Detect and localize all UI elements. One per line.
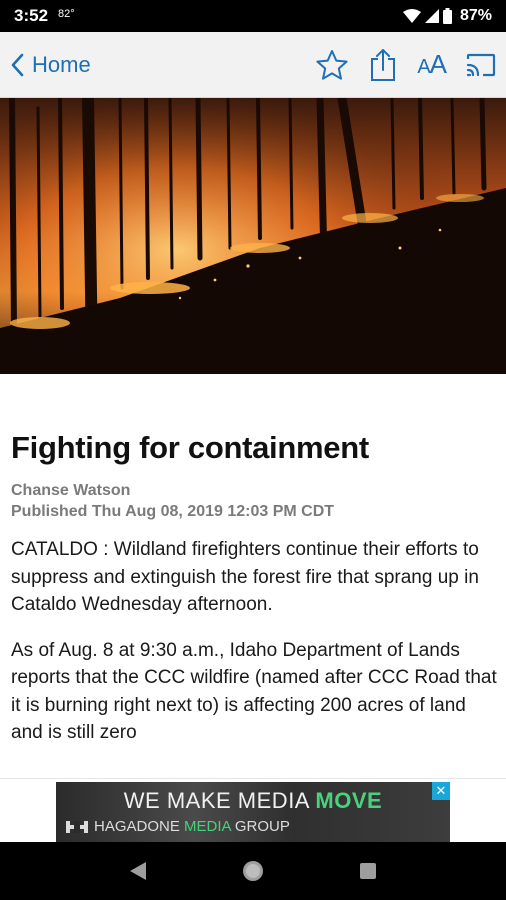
article-paragraph: CATALDO : Wildland firefighters continue…	[11, 539, 479, 615]
ad-brand-accent: MEDIA	[184, 818, 231, 835]
share-icon	[371, 48, 396, 81]
nav-recents-button[interactable]	[348, 851, 388, 891]
circle-home-icon	[242, 861, 263, 881]
nav-back-button[interactable]	[118, 851, 158, 891]
article-published-date: Published Thu Aug 08, 2019 12:03 PM CDT	[11, 503, 335, 520]
article-body: CATALDO : Wildland firefighters continue…	[11, 536, 497, 747]
article-headline: Fighting for containment	[11, 430, 369, 465]
wildfire-photo-icon	[0, 98, 506, 374]
article-paragraph: As of Aug. 8 at 9:30 a.m., Idaho Departm…	[11, 639, 497, 744]
star-icon	[316, 49, 348, 80]
article-author[interactable]: Chanse Watson	[11, 480, 497, 501]
cast-icon	[466, 53, 496, 76]
ad-brand: HAGADONE MEDIA GROUP	[66, 818, 290, 835]
article-byline: Chanse Watson Published Thu Aug 08, 2019…	[11, 480, 497, 522]
ad-brand-suffix: GROUP	[230, 818, 290, 835]
status-temperature: 82°	[58, 8, 75, 20]
ad-strip: WE MAKE MEDIA MOVE HAGADONE MEDIA GROUP …	[0, 778, 506, 842]
ad-headline-accent: MOVE	[315, 788, 383, 813]
ad-banner[interactable]: WE MAKE MEDIA MOVE HAGADONE MEDIA GROUP …	[56, 782, 450, 842]
wifi-icon	[402, 9, 421, 23]
share-button[interactable]	[369, 48, 397, 82]
app-header: Home AA	[0, 32, 506, 98]
square-recents-icon	[360, 863, 377, 879]
system-nav-bar	[0, 842, 506, 900]
hero-image	[0, 98, 506, 374]
nav-home-button[interactable]	[233, 851, 273, 891]
signal-icon	[424, 9, 439, 23]
back-button[interactable]: Home	[10, 52, 91, 78]
battery-icon	[442, 8, 452, 24]
back-label: Home	[32, 51, 91, 77]
triangle-back-icon	[129, 862, 146, 880]
cast-button[interactable]	[466, 53, 496, 77]
bookmark-button[interactable]	[315, 49, 349, 81]
ad-headline-text: WE MAKE MEDIA	[123, 788, 316, 813]
status-time: 3:52	[14, 6, 49, 25]
ad-close-button[interactable]: ✕	[432, 782, 450, 800]
close-icon: ✕	[435, 783, 447, 798]
status-bar: 3:52 82° 87%	[0, 0, 506, 32]
header-actions: AA	[315, 48, 496, 82]
ad-headline: WE MAKE MEDIA MOVE	[56, 788, 450, 814]
text-size-large-label: A	[429, 49, 447, 79]
chevron-left-icon	[11, 53, 24, 76]
status-indicators: 87%	[402, 7, 492, 25]
ad-brand-prefix: HAGADONE	[94, 818, 185, 835]
article: Fighting for containment Chanse Watson P…	[11, 430, 497, 747]
hagadone-logo-icon	[66, 820, 88, 833]
text-size-small-label: A	[417, 56, 430, 78]
battery-percent: 87%	[459, 7, 492, 24]
text-size-button[interactable]: AA	[417, 49, 447, 80]
